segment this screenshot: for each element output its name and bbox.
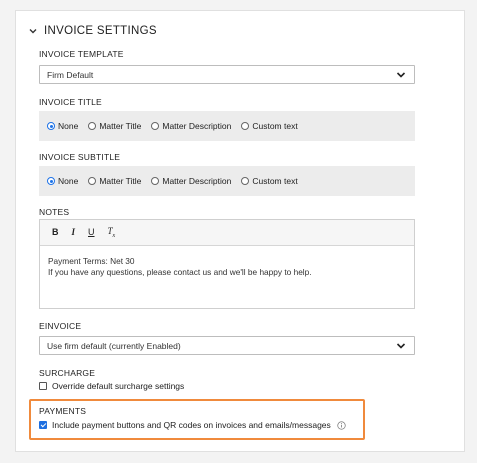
clear-formatting-button[interactable]: Tx [108, 226, 116, 238]
info-icon[interactable] [337, 420, 346, 430]
section-header[interactable]: INVOICE SETTINGS [28, 24, 157, 38]
invoice-subtitle-option-matter-description[interactable]: Matter Description [151, 176, 231, 186]
invoice-template-label: INVOICE TEMPLATE [39, 49, 124, 59]
notes-label: NOTES [39, 207, 70, 217]
invoice-subtitle-label: INVOICE SUBTITLE [39, 152, 121, 162]
invoice-subtitle-radio-group: None Matter Title Matter Description Cus… [39, 166, 415, 196]
chevron-down-icon [396, 343, 406, 349]
invoice-title-label: INVOICE TITLE [39, 97, 102, 107]
override-surcharge-checkbox-row[interactable]: Override default surcharge settings [39, 381, 184, 391]
include-payment-buttons-checkbox[interactable] [39, 421, 47, 429]
override-surcharge-label: Override default surcharge settings [52, 381, 185, 391]
invoice-title-option-none[interactable]: None [47, 121, 78, 131]
invoice-template-value: Firm Default [47, 69, 94, 80]
chevron-down-icon [29, 29, 37, 34]
invoice-subtitle-option-none[interactable]: None [47, 176, 78, 186]
invoice-title-option-matter-description[interactable]: Matter Description [151, 121, 231, 131]
notes-line: Payment Terms: Net 30 [48, 256, 135, 266]
radio[interactable] [88, 122, 97, 130]
italic-button[interactable]: I [72, 228, 76, 237]
payments-label: PAYMENTS [39, 406, 87, 416]
invoice-title-radio-group: None Matter Title Matter Description Cus… [39, 111, 415, 141]
surcharge-label: SURCHARGE [39, 368, 96, 378]
editor-toolbar: B I U Tx [40, 220, 414, 246]
notes-line: If you have any questions, please contac… [48, 267, 312, 277]
radio[interactable] [151, 122, 160, 130]
einvoice-value: Use firm default (currently Enabled) [47, 340, 181, 351]
einvoice-select[interactable]: Use firm default (currently Enabled) [39, 336, 415, 355]
notes-editor[interactable]: B I U Tx Payment Terms: Net 30 If you ha… [39, 219, 415, 309]
radio[interactable] [151, 177, 160, 185]
underline-button[interactable]: U [88, 228, 95, 237]
einvoice-label: EINVOICE [39, 321, 82, 331]
override-surcharge-checkbox[interactable] [39, 382, 47, 390]
radio[interactable] [241, 122, 250, 130]
bold-button[interactable]: B [52, 228, 59, 237]
invoice-title-option-matter-title[interactable]: Matter Title [88, 121, 141, 131]
radio-selected[interactable] [47, 122, 55, 130]
invoice-template-select[interactable]: Firm Default [39, 65, 415, 84]
radio-selected[interactable] [47, 177, 55, 185]
invoice-subtitle-option-custom-text[interactable]: Custom text [241, 176, 298, 186]
invoice-subtitle-option-matter-title[interactable]: Matter Title [88, 176, 141, 186]
notes-text-area[interactable]: Payment Terms: Net 30 If you have any qu… [40, 246, 414, 288]
radio[interactable] [241, 177, 250, 185]
include-payment-buttons-label: Include payment buttons and QR codes on … [52, 420, 331, 430]
section-title: INVOICE SETTINGS [44, 25, 157, 37]
include-payment-buttons-row[interactable]: Include payment buttons and QR codes on … [39, 420, 346, 430]
chevron-down-icon [396, 72, 406, 78]
radio[interactable] [88, 177, 97, 185]
invoice-title-option-custom-text[interactable]: Custom text [241, 121, 298, 131]
